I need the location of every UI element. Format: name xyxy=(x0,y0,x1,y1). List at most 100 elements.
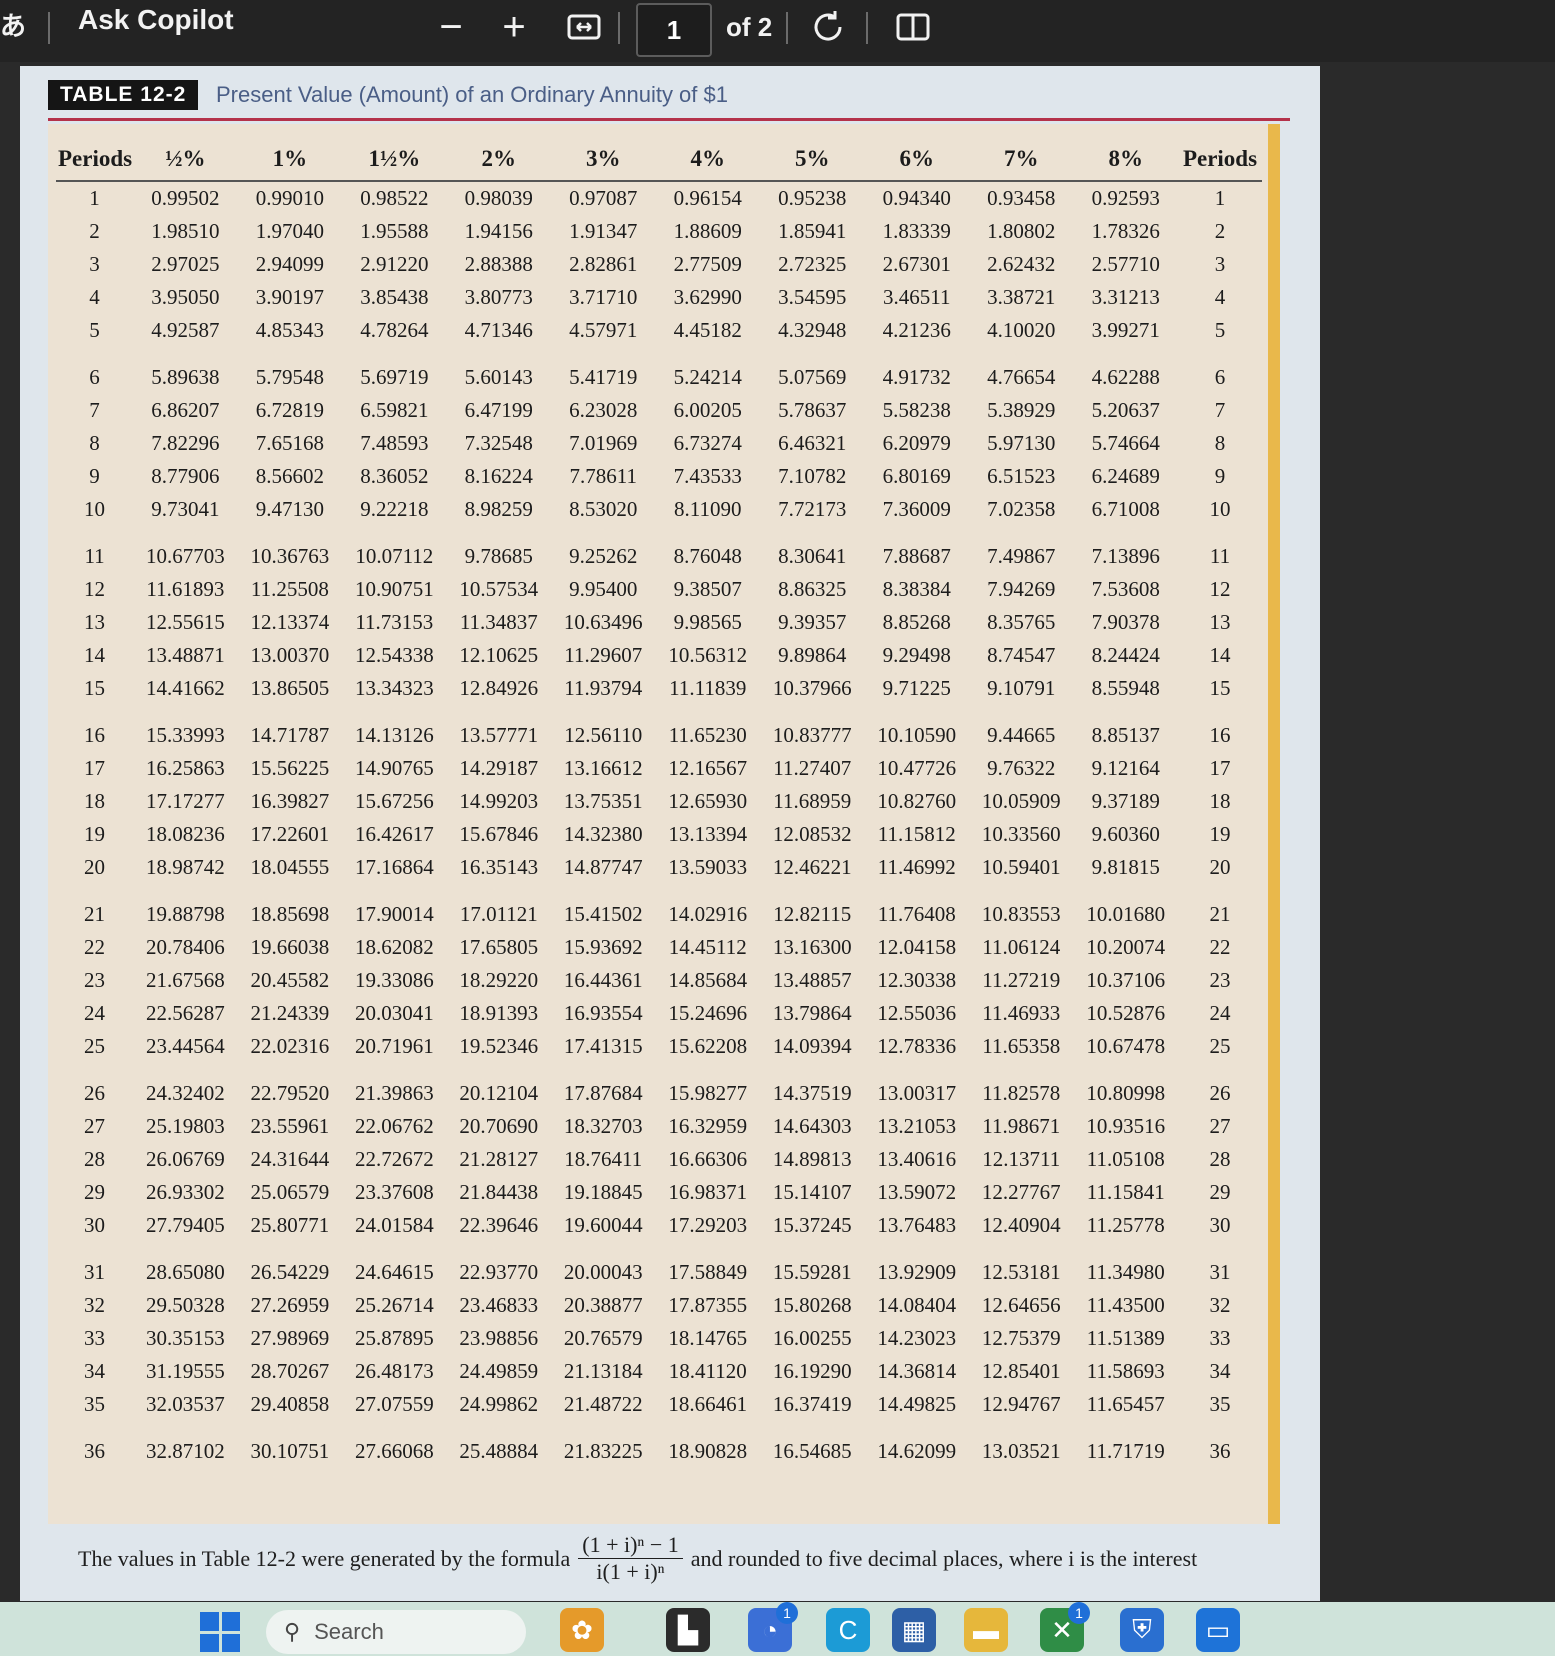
value-cell: 15.98277 xyxy=(668,1081,748,1105)
periods-header: Periods xyxy=(56,138,134,182)
value-cell: 11.06124 xyxy=(982,935,1061,959)
value-cell: 16.93554 xyxy=(563,1001,643,1025)
table-row: 32 29.50328 27.26959 25.26714 23.46833 20.388… xyxy=(56,1289,1262,1322)
value-cell: 28.70267 xyxy=(250,1359,330,1383)
period-cell: 29 xyxy=(84,1180,106,1204)
value-cell: 20.00043 xyxy=(563,1260,643,1284)
security-icon[interactable]: ⛨ xyxy=(1120,1608,1164,1652)
page-view-icon[interactable] xyxy=(893,4,933,50)
value-cell: 7.72173 xyxy=(778,497,847,521)
value-cell: 5.69719 xyxy=(360,365,429,389)
table-header: TABLE 12-2 Present Value (Amount) of an … xyxy=(48,80,1290,121)
value-cell: 18.29220 xyxy=(459,968,539,992)
pc-icon[interactable]: ▭ xyxy=(1196,1608,1240,1652)
value-cell: 0.98039 xyxy=(464,186,533,210)
value-cell: 14.64303 xyxy=(772,1114,852,1138)
period-cell: 3 xyxy=(89,252,100,276)
value-cell: 10.67478 xyxy=(1086,1034,1166,1058)
rate-header: 5% xyxy=(760,138,865,182)
value-cell: 11.65358 xyxy=(982,1034,1061,1058)
value-cell: 12.04158 xyxy=(877,935,957,959)
value-cell: 9.37189 xyxy=(1091,789,1160,813)
value-cell: 14.23023 xyxy=(877,1326,957,1350)
value-cell: 8.76048 xyxy=(673,544,742,568)
value-cell: 22.79520 xyxy=(250,1081,330,1105)
value-cell: 13.57771 xyxy=(459,723,539,747)
start-icon-tile xyxy=(221,1633,240,1652)
value-cell: 25.87895 xyxy=(354,1326,434,1350)
value-cell: 14.85684 xyxy=(668,968,748,992)
value-cell: 12.54338 xyxy=(354,643,434,667)
document-viewport[interactable]: TABLE 12-2 Present Value (Amount) of an … xyxy=(0,62,1555,1602)
period-cell: 18 xyxy=(1209,789,1231,813)
period-cell: 23 xyxy=(1209,968,1231,992)
ask-copilot-button[interactable]: Ask Copilot xyxy=(78,4,234,36)
start-icon-tile xyxy=(200,1633,219,1652)
period-cell: 25 xyxy=(84,1034,106,1058)
start-button[interactable] xyxy=(200,1612,240,1652)
zoom-in-button[interactable]: + xyxy=(497,4,531,50)
value-cell: 8.85268 xyxy=(882,610,951,634)
value-cell: 10.20074 xyxy=(1086,935,1166,959)
value-cell: 19.18845 xyxy=(563,1180,643,1204)
value-cell: 14.36814 xyxy=(877,1359,957,1383)
value-cell: 16.00255 xyxy=(772,1326,852,1350)
value-cell: 24.64615 xyxy=(354,1260,434,1284)
zoom-out-button[interactable]: − xyxy=(434,4,468,50)
value-cell: 12.56110 xyxy=(564,723,643,747)
rate-header: 1½% xyxy=(342,138,447,182)
value-cell: 4.62288 xyxy=(1091,365,1160,389)
value-cell: 7.32548 xyxy=(464,431,533,455)
table-row: 23 21.67568 20.45582 19.33086 18.29220 16.443… xyxy=(56,964,1262,997)
value-cell: 12.27767 xyxy=(981,1180,1061,1204)
value-cell: 8.55948 xyxy=(1091,676,1160,700)
period-cell: 13 xyxy=(84,610,106,634)
value-cell: 7.43533 xyxy=(673,464,742,488)
table-row: 35 32.03537 29.40858 27.07559 24.99862 21.487… xyxy=(56,1388,1262,1421)
table-footnote: The values in Table 12-2 were generated … xyxy=(78,1532,1318,1585)
period-cell: 22 xyxy=(1209,935,1231,959)
value-cell: 11.93794 xyxy=(564,676,643,700)
period-cell: 26 xyxy=(84,1081,106,1105)
edge-icon[interactable]: C xyxy=(826,1608,870,1652)
value-cell: 12.13711 xyxy=(982,1147,1061,1171)
value-cell: 27.98969 xyxy=(250,1326,330,1350)
value-cell: 27.79405 xyxy=(145,1213,225,1237)
value-cell: 24.49859 xyxy=(459,1359,539,1383)
value-cell: 11.25778 xyxy=(1086,1213,1165,1237)
folder-icon[interactable]: ▬ xyxy=(964,1608,1008,1652)
value-cell: 1.97040 xyxy=(255,219,324,243)
value-cell: 12.10625 xyxy=(459,643,539,667)
value-cell: 7.36009 xyxy=(882,497,951,521)
store-icon[interactable]: ▦ xyxy=(892,1608,936,1652)
xbox-icon[interactable]: ✕ 1 xyxy=(1040,1602,1090,1652)
value-cell: 2.91220 xyxy=(360,252,429,276)
value-cell: 12.94767 xyxy=(981,1392,1061,1416)
table-row: 3 2.97025 2.94099 2.91220 2.88388 2.82861 2.77… xyxy=(56,248,1262,281)
page-number-input[interactable]: 1 xyxy=(636,3,712,57)
value-cell: 7.10782 xyxy=(778,464,847,488)
value-cell: 13.00317 xyxy=(877,1081,957,1105)
period-cell: 23 xyxy=(84,968,106,992)
taskbar-search[interactable]: ⚲ Search xyxy=(266,1610,526,1654)
value-cell: 9.81815 xyxy=(1091,855,1160,879)
value-cell: 14.29187 xyxy=(459,756,539,780)
value-cell: 7.88687 xyxy=(882,544,951,568)
period-cell: 24 xyxy=(1209,1001,1231,1025)
language-icon[interactable]: あ xyxy=(0,6,26,43)
period-cell: 35 xyxy=(84,1392,106,1416)
value-cell: 2.62432 xyxy=(987,252,1056,276)
value-cell: 20.78406 xyxy=(145,935,225,959)
value-cell: 10.93516 xyxy=(1086,1114,1166,1138)
value-cell: 17.16864 xyxy=(354,855,434,879)
file-explorer-icon[interactable]: ▙ xyxy=(666,1608,710,1652)
value-cell: 4.10020 xyxy=(987,318,1056,342)
rotate-icon[interactable] xyxy=(808,4,848,50)
widgets-icon[interactable]: ✿ xyxy=(560,1608,604,1652)
fit-page-icon[interactable] xyxy=(565,4,603,50)
value-cell: 15.67846 xyxy=(459,822,539,846)
chat-icon[interactable]: ◔ 1 xyxy=(748,1602,798,1652)
rate-header: 2% xyxy=(446,138,552,182)
period-cell: 33 xyxy=(84,1326,106,1350)
value-cell: 11.82578 xyxy=(982,1081,1061,1105)
